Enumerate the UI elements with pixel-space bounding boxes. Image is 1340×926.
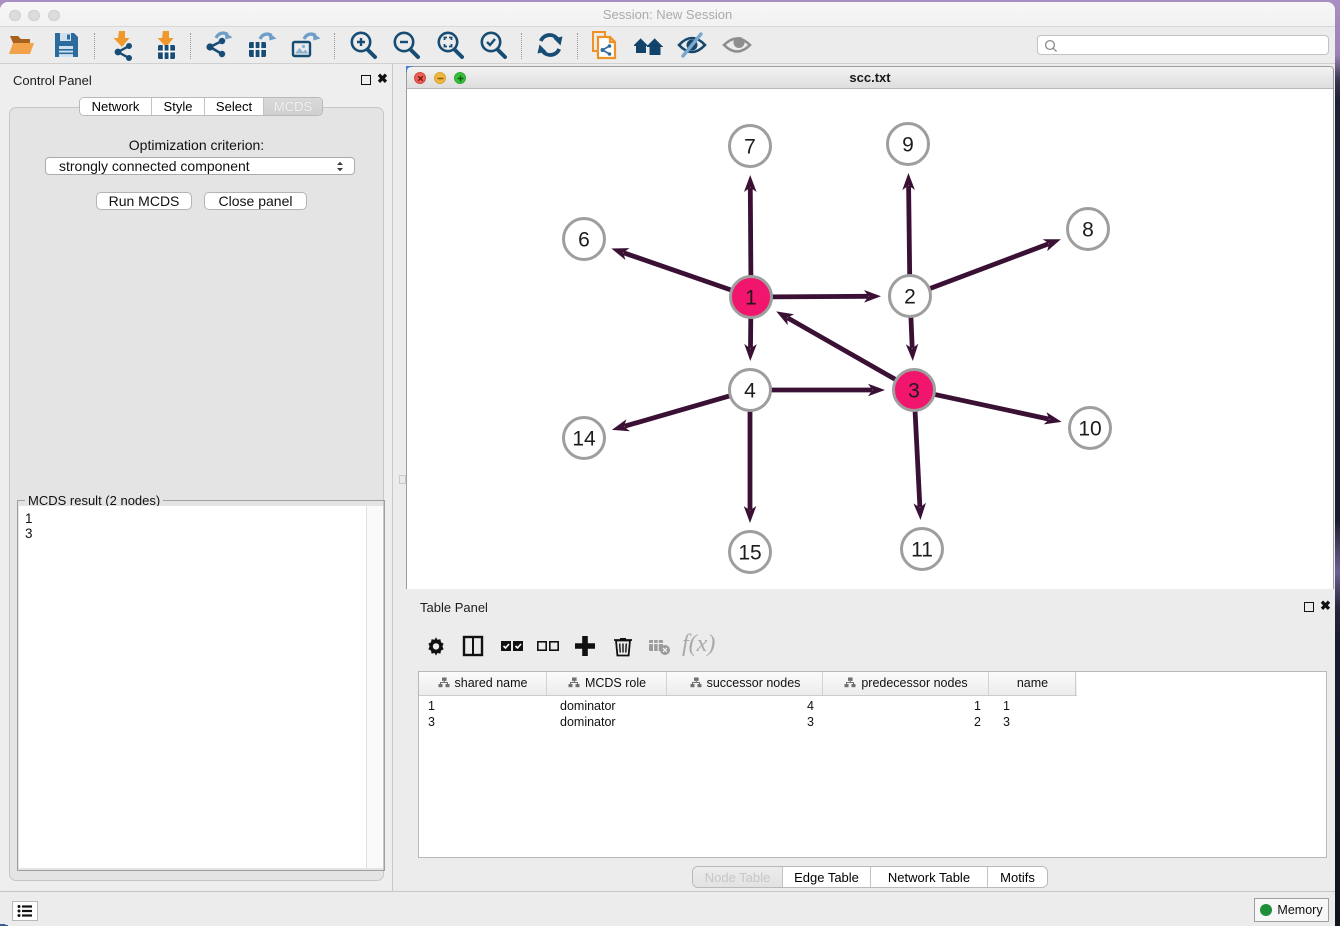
svg-text:14: 14	[572, 428, 596, 451]
svg-text:4: 4	[744, 380, 756, 403]
svg-text:10: 10	[1078, 418, 1101, 441]
svg-text:15: 15	[738, 542, 761, 565]
svg-text:1: 1	[745, 287, 757, 310]
svg-text:8: 8	[1082, 219, 1094, 242]
svg-text:11: 11	[911, 539, 933, 562]
svg-text:9: 9	[902, 134, 914, 157]
svg-text:3: 3	[908, 380, 920, 403]
svg-text:7: 7	[744, 136, 756, 159]
svg-text:2: 2	[904, 286, 916, 309]
svg-text:6: 6	[578, 229, 590, 252]
